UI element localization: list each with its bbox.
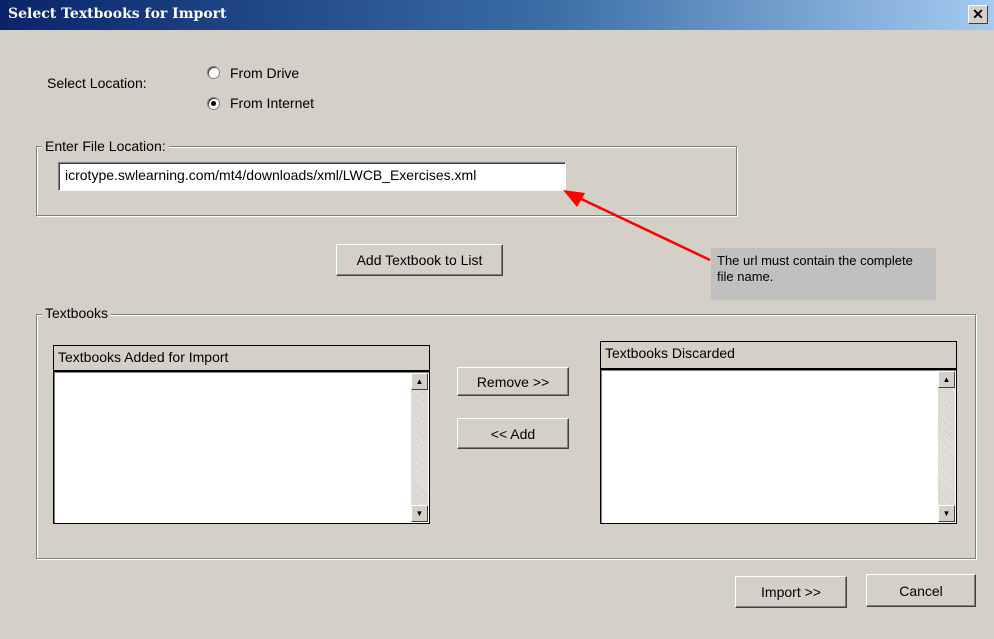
discarded-listbox[interactable]: ▲ ▼ [600, 369, 957, 524]
close-button[interactable]: ✕ [968, 5, 988, 24]
radio-from-internet-label[interactable]: From Internet [230, 95, 314, 111]
close-icon: ✕ [972, 6, 984, 22]
import-button[interactable]: Import >> [735, 576, 847, 608]
annotation-note: The url must contain the complete file n… [711, 248, 936, 300]
select-location-label: Select Location: [47, 75, 147, 91]
remove-button[interactable]: Remove >> [457, 367, 569, 396]
annotation-arrow [563, 190, 711, 262]
cancel-button[interactable]: Cancel [866, 574, 976, 607]
title-bar: Select Textbooks for Import ✕ [0, 0, 994, 30]
window-title: Select Textbooks for Import [8, 6, 227, 22]
file-location-legend: Enter File Location: [42, 138, 169, 154]
added-list-header: Textbooks Added for Import [53, 345, 430, 371]
radio-from-drive[interactable] [207, 66, 220, 79]
radio-selected-dot [211, 101, 216, 106]
radio-from-drive-label[interactable]: From Drive [230, 65, 299, 81]
discarded-list-header: Textbooks Discarded [600, 341, 957, 369]
added-scrollbar[interactable]: ▲ ▼ [411, 373, 428, 522]
chevron-down-icon: ▼ [942, 509, 951, 518]
scroll-up-button[interactable]: ▲ [411, 373, 428, 390]
radio-from-internet[interactable] [207, 97, 220, 110]
add-textbook-button[interactable]: Add Textbook to List [336, 244, 503, 276]
chevron-down-icon: ▼ [415, 509, 424, 518]
scroll-up-button[interactable]: ▲ [938, 371, 955, 388]
added-listbox[interactable]: ▲ ▼ [53, 371, 430, 524]
scroll-down-button[interactable]: ▼ [938, 505, 955, 522]
add-back-button[interactable]: << Add [457, 418, 569, 449]
file-location-input[interactable]: icrotype.swlearning.com/mt4/downloads/xm… [58, 162, 566, 191]
arrow-line [574, 194, 711, 262]
chevron-up-icon: ▲ [942, 375, 951, 384]
scroll-down-button[interactable]: ▼ [411, 505, 428, 522]
chevron-up-icon: ▲ [415, 377, 424, 386]
textbooks-legend: Textbooks [42, 305, 112, 321]
arrow-head [563, 190, 585, 207]
discarded-scrollbar[interactable]: ▲ ▼ [938, 371, 955, 522]
